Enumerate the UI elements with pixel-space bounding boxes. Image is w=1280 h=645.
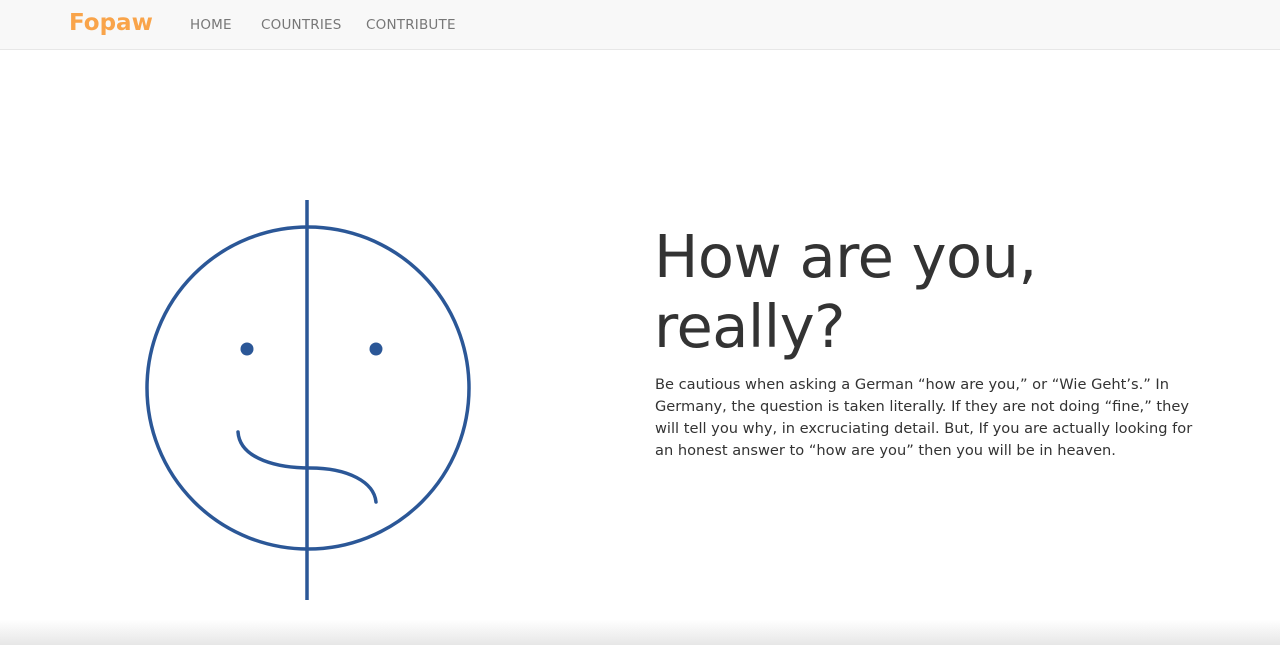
- hero-title: How are you, really?: [654, 222, 1214, 362]
- brand-logo-link[interactable]: Fopaw: [69, 10, 153, 36]
- nav-link-contribute[interactable]: CONTRIBUTE: [366, 17, 456, 33]
- nav-link-countries[interactable]: COUNTRIES: [261, 17, 342, 33]
- top-navbar: Fopaw HOME COUNTRIES CONTRIBUTE: [0, 0, 1280, 50]
- hero-description: Be cautious when asking a German “how ar…: [655, 376, 1193, 459]
- section-divider-shadow: [0, 620, 1280, 645]
- hero-title-line-2: really?: [654, 292, 845, 361]
- hero-title-line-1: How are you,: [654, 222, 1037, 291]
- nav-link-home[interactable]: HOME: [190, 17, 232, 33]
- half-smiling-half-sad-face-icon: [145, 200, 471, 600]
